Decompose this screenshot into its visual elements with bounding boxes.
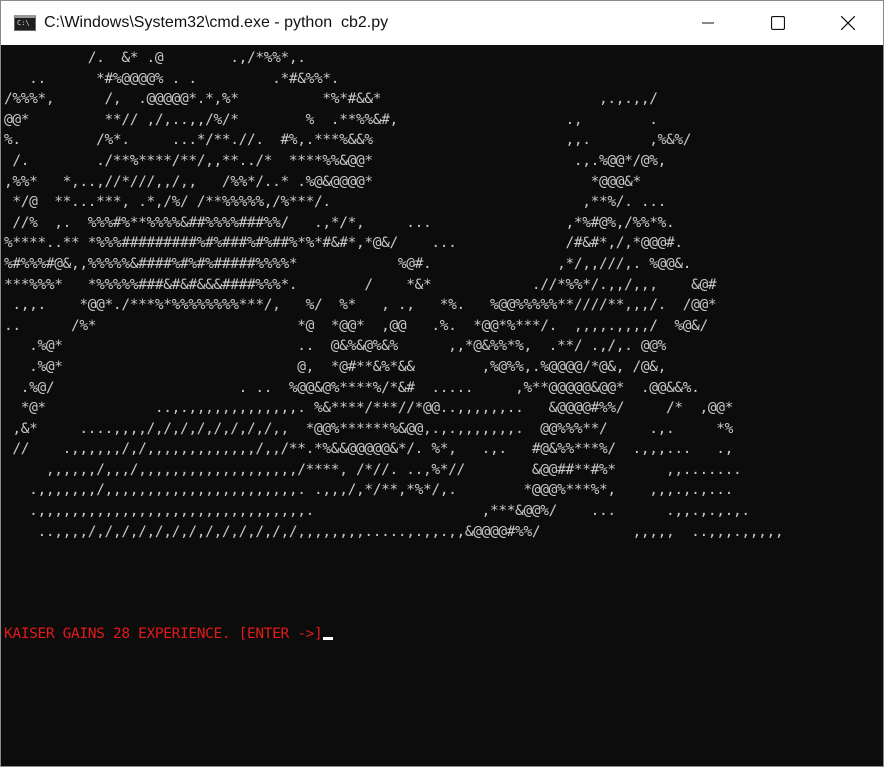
window-controls	[673, 1, 883, 45]
console-window: C:\ C:\Windows\System32\cmd.exe - python…	[0, 0, 884, 767]
prompt-line: KAISER GAINS 28 EXPERIENCE. [ENTER ->]	[4, 624, 334, 645]
minimize-button[interactable]	[673, 1, 743, 45]
text-cursor	[323, 637, 334, 640]
close-icon	[841, 16, 855, 30]
cmd-icon[interactable]: C:\	[14, 15, 36, 31]
title-bar[interactable]: C:\ C:\Windows\System32\cmd.exe - python…	[1, 1, 883, 45]
close-button[interactable]	[813, 1, 883, 45]
maximize-icon	[771, 16, 785, 30]
cmd-icon-label: C:\	[17, 19, 30, 27]
prompt-text: KAISER GAINS 28 EXPERIENCE. [ENTER ->]	[4, 626, 323, 642]
maximize-button[interactable]	[743, 1, 813, 45]
minimize-icon	[702, 22, 714, 24]
console-output[interactable]: /. &* .@ .,/*%%*,. .. *#%@@@@% . . .*#&%…	[1, 45, 883, 766]
window-title: C:\Windows\System32\cmd.exe - python cb2…	[44, 14, 389, 31]
ascii-art: /. &* .@ .,/*%%*,. .. *#%@@@@% . . .*#&%…	[4, 50, 784, 540]
